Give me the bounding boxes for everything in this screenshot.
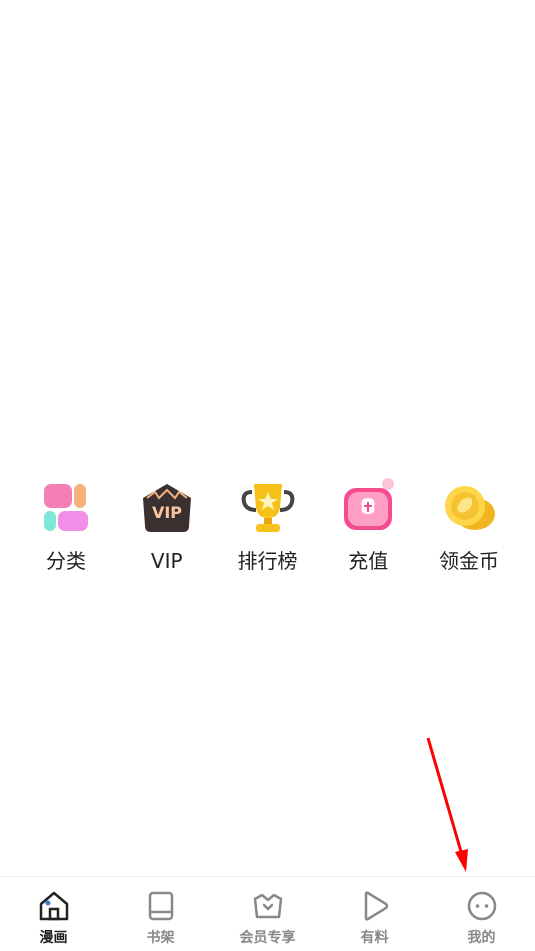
quick-label-category: 分类 bbox=[46, 549, 86, 573]
book-icon bbox=[148, 891, 173, 921]
quick-label-ranking: 排行榜 bbox=[237, 549, 298, 573]
trophy-icon bbox=[241, 484, 294, 532]
quick-menu: 分类 VIP VIP 排行榜 充值 领金币 bbox=[16, 478, 519, 574]
play-icon bbox=[364, 891, 388, 921]
tab-youliao[interactable]: 有料 bbox=[321, 877, 428, 951]
tab-vip-exclusive[interactable]: 会员专享 bbox=[214, 877, 321, 951]
bottom-tab-bar: 漫画 书架 会员专享 有料 我的 bbox=[0, 876, 535, 951]
quick-label-recharge: 充值 bbox=[348, 549, 389, 573]
gold-coin-icon bbox=[445, 486, 495, 530]
quick-item-category[interactable]: 分类 bbox=[16, 478, 116, 574]
quick-item-recharge[interactable]: 充值 bbox=[318, 478, 418, 574]
tab-label-vip-exclusive: 会员专享 bbox=[239, 930, 296, 946]
quick-item-gold-coin[interactable]: 领金币 bbox=[419, 478, 519, 574]
vip-crown-icon: VIP bbox=[142, 484, 191, 532]
quick-label-gold-coin: 领金币 bbox=[439, 549, 499, 573]
home-icon bbox=[39, 891, 68, 921]
svg-text:VIP: VIP bbox=[152, 503, 182, 522]
recharge-icon bbox=[344, 478, 395, 530]
tab-bookshelf[interactable]: 书架 bbox=[107, 877, 214, 951]
tab-manhua[interactable]: 漫画 bbox=[0, 877, 107, 951]
quick-item-ranking[interactable]: 排行榜 bbox=[218, 478, 318, 574]
tab-label-manhua: 漫画 bbox=[39, 930, 68, 946]
tab-mine[interactable]: 我的 bbox=[428, 877, 535, 951]
profile-face-icon bbox=[467, 891, 496, 921]
tab-label-bookshelf: 书架 bbox=[146, 930, 175, 946]
annotation-arrow bbox=[426, 737, 468, 872]
app-screen: 分类 VIP VIP 排行榜 充值 领金币 漫画 书架 会员专享 有料 我的 bbox=[0, 0, 535, 951]
tab-label-youliao: 有料 bbox=[360, 930, 389, 946]
vip-basket-icon bbox=[253, 893, 282, 919]
quick-item-vip[interactable]: VIP VIP bbox=[117, 478, 217, 574]
quick-label-vip: VIP bbox=[150, 549, 183, 573]
category-icon bbox=[44, 484, 88, 531]
tab-label-mine: 我的 bbox=[467, 930, 496, 946]
